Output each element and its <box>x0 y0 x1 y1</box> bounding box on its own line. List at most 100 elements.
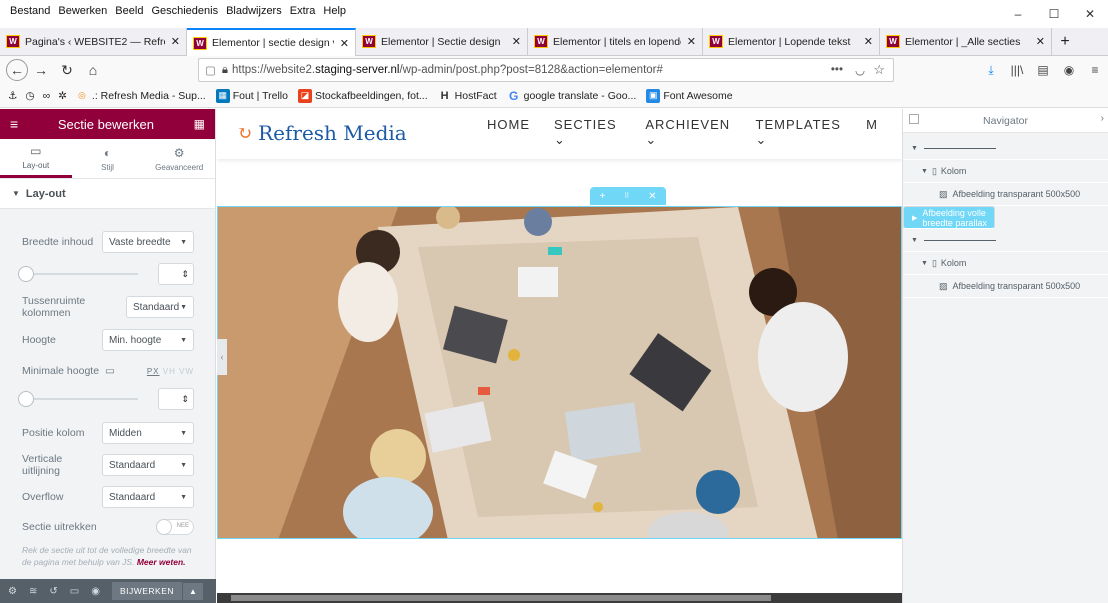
bookmark-star-icon[interactable]: ☆ <box>873 62 885 78</box>
bookmark-font-awesome[interactable]: ▣ Font Awesome <box>646 88 733 103</box>
menu-templates[interactable]: TEMPLATES ⌄ <box>756 117 843 148</box>
height-select[interactable]: Min. hoogte ▼ <box>102 329 194 351</box>
drag-handle-icon[interactable]: ⠿ <box>624 192 629 200</box>
navigator-row-widget[interactable]: ▨ Afbeelding transparant 500x500 <box>903 183 1108 206</box>
column-gap-select[interactable]: Standaard ▼ <box>126 296 194 318</box>
navigator-row-widget[interactable]: ▨ Afbeelding transparant 500x500 <box>903 275 1108 298</box>
page-actions-icon[interactable]: ••• <box>831 64 843 76</box>
tab-titels[interactable]: W Elementor | titels en lopende te ✕ <box>528 28 703 55</box>
hamburger-menu-icon[interactable]: ≡ <box>1082 63 1108 77</box>
grid-icon[interactable]: ▦ <box>194 117 205 131</box>
unit-px[interactable]: PX <box>147 367 160 376</box>
pocket-icon[interactable]: ◡ <box>855 63 865 77</box>
menu-geschiedenis[interactable]: Geschiedenis <box>151 5 218 17</box>
tab-lopende-tekst[interactable]: W Elementor | Lopende tekst ✕ <box>703 28 880 55</box>
site-logo[interactable]: ↻ Refresh Media <box>237 121 407 145</box>
tab-advanced[interactable]: ⚙ Geavanceerd <box>143 139 215 178</box>
horizontal-scrollbar[interactable] <box>217 593 902 603</box>
bookmark-hostfact[interactable]: H HostFact <box>438 89 497 103</box>
expand-all-icon[interactable] <box>909 114 919 124</box>
min-height-slider[interactable] <box>18 391 138 407</box>
menu-beeld[interactable]: Beeld <box>115 5 143 17</box>
navigator-row-section[interactable]: ▼ <box>903 137 1108 160</box>
menu-secties[interactable]: SECTIES ⌄ <box>554 117 621 148</box>
collapse-panel-toggle[interactable]: ‹ <box>217 339 227 375</box>
history-icon[interactable]: ◷ <box>25 90 34 102</box>
close-icon[interactable]: ✕ <box>512 35 521 48</box>
navigator-row-section[interactable]: ▼ <box>903 229 1108 252</box>
new-tab-button[interactable]: + <box>1052 28 1078 55</box>
tab-layout[interactable]: ▭ Lay-out <box>0 139 72 178</box>
preview-eye-icon[interactable]: ◉ <box>91 586 100 597</box>
back-button[interactable]: ← <box>6 59 28 81</box>
menu-help[interactable]: Help <box>323 5 346 17</box>
tab-style[interactable]: ◐ Stijl <box>72 139 144 178</box>
hamburger-icon[interactable]: ≡ <box>10 116 18 132</box>
section-toggle-layout[interactable]: ▼ Lay-out <box>0 179 215 209</box>
sun-icon[interactable]: ✲ <box>58 90 67 102</box>
bookmark-stockafbeeldingen[interactable]: ◪ Stockafbeeldingen, fot... <box>297 88 428 103</box>
vertical-align-select[interactable]: Standaard ▼ <box>102 454 194 476</box>
navigator-row-column[interactable]: ▼ ▯ Kolom <box>903 252 1108 275</box>
tab-alle-secties[interactable]: W Elementor | _Alle secties ✕ <box>880 28 1052 55</box>
menu-bewerken[interactable]: Bewerken <box>58 5 107 17</box>
content-width-number[interactable]: ⇕ <box>158 263 194 285</box>
account-icon[interactable]: ◉ <box>1056 63 1082 77</box>
settings-icon[interactable]: ⚙ <box>8 586 17 597</box>
page-info-icon[interactable]: ▢ <box>205 63 216 77</box>
forward-button[interactable]: → <box>28 57 54 83</box>
content-width-slider[interactable] <box>18 266 138 282</box>
tab-sectie-design-voor[interactable]: W Elementor | sectie design voor | ✕ <box>187 28 356 56</box>
sidebar-icon[interactable]: ▤ <box>1030 63 1056 77</box>
layers-icon[interactable]: ≋ <box>29 586 37 597</box>
content-width-select[interactable]: Vaste breedte ▼ <box>102 231 194 253</box>
close-icon[interactable]: ✕ <box>648 191 656 202</box>
close-icon[interactable]: › <box>1101 113 1104 124</box>
infinity-icon[interactable]: ∞ <box>43 90 51 102</box>
close-icon[interactable]: ✕ <box>1036 35 1045 48</box>
update-button[interactable]: BIJWERKEN <box>111 582 183 600</box>
navigator-header[interactable]: Navigator › <box>903 109 1108 133</box>
slider-handle[interactable] <box>18 266 34 282</box>
tab-pages[interactable]: W Pagina's ‹ WEBSITE2 — Refresh ✕ <box>0 28 187 55</box>
column-position-select[interactable]: Midden ▼ <box>102 422 194 444</box>
responsive-icon[interactable]: ▭ <box>70 586 79 597</box>
slider-handle[interactable] <box>18 391 34 407</box>
close-icon[interactable]: ✕ <box>687 35 696 48</box>
bookmark-icon-1[interactable]: ⚓︎ <box>8 90 17 102</box>
menu-more[interactable]: M <box>866 117 878 148</box>
navigator-row-column[interactable]: ▼ ▯ Kolom <box>903 160 1108 183</box>
bookmark-trello[interactable]: ▦ Fout | Trello <box>215 88 288 103</box>
hero-image-section[interactable] <box>217 206 902 539</box>
menu-home[interactable]: HOME <box>487 117 530 148</box>
min-height-number[interactable]: ⇕ <box>158 388 194 410</box>
stretch-toggle[interactable]: NEE <box>156 519 194 535</box>
download-icon[interactable]: ⤓ <box>978 63 1004 78</box>
close-icon[interactable]: ✕ <box>340 37 349 50</box>
history-icon[interactable]: ↺ <box>49 586 57 597</box>
home-button[interactable]: ⌂ <box>80 57 106 83</box>
close-icon[interactable]: ✕ <box>864 35 873 48</box>
navigator-row-selected-section[interactable]: ▶ Afbeelding volle breedte parallax <box>903 206 995 229</box>
bookmark-refresh-media[interactable]: ◎ .: Refresh Media - Sup... <box>75 89 206 103</box>
maximize-button[interactable]: ☐ <box>1036 0 1072 28</box>
close-window-button[interactable]: ✕ <box>1072 0 1108 28</box>
stepper-icon[interactable]: ⇕ <box>181 269 189 280</box>
library-icon[interactable]: |||\ <box>1004 63 1030 77</box>
menu-extra[interactable]: Extra <box>290 5 316 17</box>
learn-more-link[interactable]: Meer weten. <box>137 557 186 567</box>
responsive-desktop-icon[interactable]: ▭ <box>105 365 147 377</box>
scrollbar-thumb[interactable] <box>231 595 771 601</box>
unit-vw[interactable]: VW <box>179 367 194 376</box>
url-bar[interactable]: ▢ 🔒︎ https://website2. staging-server.nl /… <box>198 58 894 82</box>
menu-bladwijzers[interactable]: Bladwijzers <box>226 5 282 17</box>
section-handle[interactable]: + ⠿ ✕ <box>590 187 666 205</box>
minimize-button[interactable]: – <box>1000 0 1036 28</box>
add-icon[interactable]: + <box>599 191 605 202</box>
save-options-caret-icon[interactable]: ▲ <box>182 582 203 600</box>
menu-archieven[interactable]: ARCHIEVEN ⌄ <box>645 117 731 148</box>
unit-vh[interactable]: VH <box>163 367 176 376</box>
bookmark-google-translate[interactable]: G google translate - Goo... <box>507 89 636 103</box>
menu-bestand[interactable]: Bestand <box>10 5 50 17</box>
reload-button[interactable]: ↻ <box>54 57 80 83</box>
